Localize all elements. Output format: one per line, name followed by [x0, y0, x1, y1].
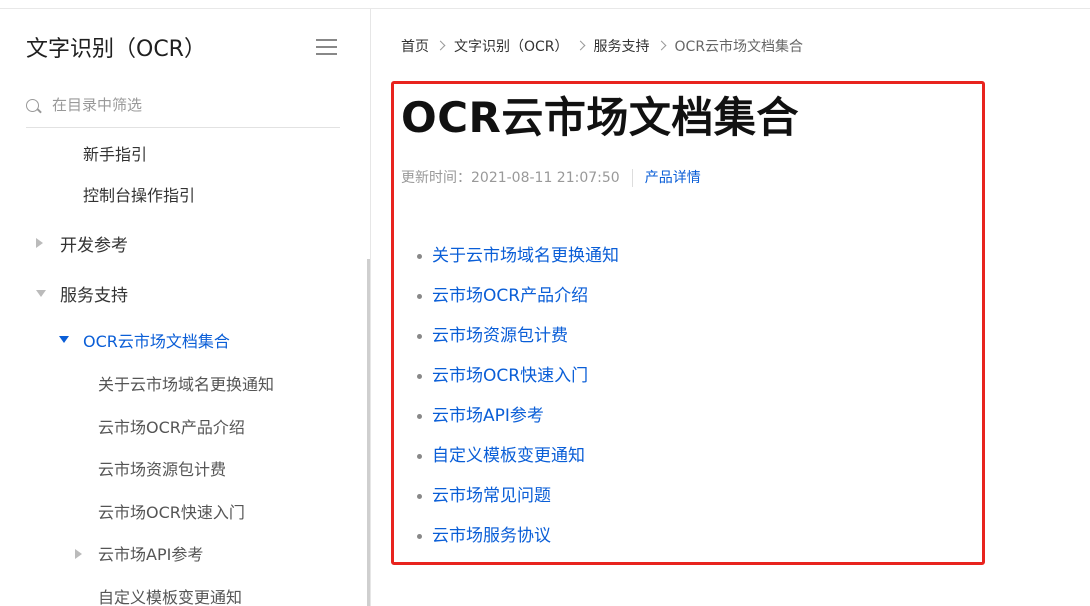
hamburger-menu-icon[interactable] [316, 39, 337, 57]
doc-link[interactable]: 云市场API参考 [432, 406, 544, 426]
sidebar-item-template-notice[interactable]: 自定义模板变更通知 [98, 584, 242, 606]
doc-link[interactable]: 云市场资源包计费 [432, 326, 568, 346]
breadcrumb: 首页 文字识别（OCR） 服务支持 OCR云市场文档集合 [401, 36, 803, 56]
list-item: 云市场常见问题 [417, 480, 619, 520]
page-title: OCR云市场文档集合 [401, 93, 799, 142]
list-item: 云市场服务协议 [417, 520, 619, 560]
collapse-arrow-icon[interactable] [59, 336, 69, 343]
collapse-arrow-icon[interactable] [36, 290, 46, 297]
bullet-icon [417, 454, 422, 459]
sidebar-scrollbar[interactable] [367, 259, 370, 606]
chevron-right-icon [575, 40, 585, 51]
sidebar-item-service-support[interactable]: 服务支持 [60, 281, 128, 306]
chevron-right-icon [435, 40, 446, 51]
doc-link[interactable]: 云市场常见问题 [432, 486, 551, 506]
expand-arrow-icon[interactable] [36, 238, 43, 248]
sidebar-item-dev-reference[interactable]: 开发参考 [60, 231, 128, 256]
expand-arrow-icon[interactable] [75, 549, 82, 559]
top-border [0, 0, 1090, 9]
bullet-icon [417, 374, 422, 379]
sidebar-title: 文字识别（OCR） [26, 37, 206, 62]
sidebar-item-domain-notice[interactable]: 关于云市场域名更换通知 [98, 371, 274, 395]
list-item: 云市场OCR产品介绍 [417, 280, 619, 320]
doc-link[interactable]: 云市场OCR产品介绍 [432, 286, 588, 306]
chevron-right-icon [656, 40, 666, 51]
sidebar-item-product-intro[interactable]: 云市场OCR产品介绍 [98, 414, 245, 438]
meta-divider [631, 169, 633, 187]
bullet-icon [417, 254, 422, 259]
filter-input[interactable] [52, 93, 332, 117]
list-item: 云市场API参考 [417, 400, 619, 440]
bullet-icon [417, 334, 422, 339]
bullet-icon [417, 294, 422, 299]
sidebar-filter [26, 93, 340, 128]
sidebar-item-api-reference[interactable]: 云市场API参考 [98, 541, 203, 565]
sidebar-item-billing[interactable]: 云市场资源包计费 [98, 456, 226, 480]
breadcrumb-service-support[interactable]: 服务支持 [594, 39, 650, 55]
sidebar: 文字识别（OCR） 新手指引 控制台操作指引 开发参考 服务支持 OCR云市场文… [0, 9, 371, 606]
breadcrumb-home[interactable]: 首页 [401, 39, 429, 55]
doc-link[interactable]: 关于云市场域名更换通知 [432, 246, 619, 266]
sidebar-item-beginner-guide[interactable]: 新手指引 [83, 141, 147, 165]
search-icon [26, 99, 39, 112]
sidebar-item-ocr-market-docs[interactable]: OCR云市场文档集合 [83, 328, 230, 352]
list-item: 云市场OCR快速入门 [417, 360, 619, 400]
bullet-icon [417, 534, 422, 539]
page-meta: 更新时间：2021-08-11 21:07:50 产品详情 [401, 167, 701, 187]
list-item: 自定义模板变更通知 [417, 440, 619, 480]
bullet-icon [417, 414, 422, 419]
breadcrumb-current: OCR云市场文档集合 [674, 39, 804, 55]
product-details-link[interactable]: 产品详情 [645, 170, 701, 186]
doc-link-list: 关于云市场域名更换通知 云市场OCR产品介绍 云市场资源包计费 云市场OCR快速… [417, 240, 619, 560]
doc-link[interactable]: 自定义模板变更通知 [432, 446, 585, 466]
doc-link[interactable]: 云市场服务协议 [432, 526, 551, 546]
sidebar-item-quickstart[interactable]: 云市场OCR快速入门 [98, 499, 245, 523]
breadcrumb-ocr[interactable]: 文字识别（OCR） [454, 39, 569, 55]
list-item: 关于云市场域名更换通知 [417, 240, 619, 280]
bullet-icon [417, 494, 422, 499]
update-time: 更新时间：2021-08-11 21:07:50 [401, 170, 620, 186]
list-item: 云市场资源包计费 [417, 320, 619, 360]
doc-link[interactable]: 云市场OCR快速入门 [432, 366, 588, 386]
sidebar-item-console-guide[interactable]: 控制台操作指引 [83, 182, 195, 206]
sidebar-nav: 新手指引 控制台操作指引 开发参考 服务支持 OCR云市场文档集合 关于云市场域… [0, 137, 368, 606]
